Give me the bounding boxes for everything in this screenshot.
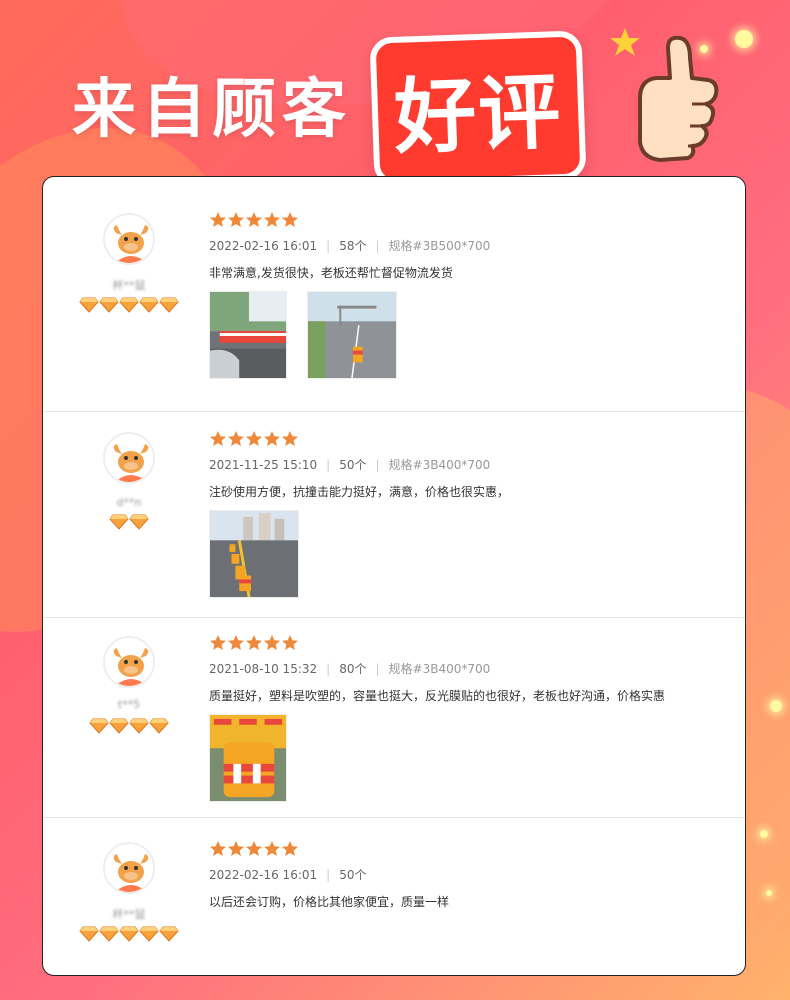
review-spec: 规格#3B500*700: [388, 239, 491, 253]
diamond-icon: [139, 926, 159, 942]
review-date: 2022-02-16 16:01: [209, 239, 318, 253]
star-icon: [210, 212, 226, 227]
review-photos: [209, 510, 729, 598]
review-content: 2021-11-25 15:10 | 50个 | 规格#3B400*700 注砂使用方便…: [209, 430, 729, 598]
review-item: 杯**鼠 2022-02-16 16:01 | 58个 | 规格#3B500*700 非…: [43, 177, 745, 412]
avatar: [103, 213, 155, 265]
thumbs-up-icon: [600, 18, 730, 168]
review-photo[interactable]: [307, 291, 397, 379]
sparkle: [770, 700, 782, 712]
diamond-icon: [99, 297, 119, 313]
review-quantity: 50个: [339, 868, 367, 882]
review-quantity: 80个: [339, 662, 367, 676]
star-icon: [264, 212, 280, 227]
review-date: 2021-08-10 15:32: [209, 662, 318, 676]
diamond-icon: [119, 926, 139, 942]
review-meta: 2021-08-10 15:32 | 80个 | 规格#3B400*700: [209, 662, 491, 676]
review-photo[interactable]: [209, 291, 287, 379]
diamond-icon: [139, 297, 159, 313]
reviews-card: 杯**鼠 2022-02-16 16:01 | 58个 | 规格#3B500*700 非…: [42, 176, 746, 976]
star-rating: [209, 634, 729, 652]
username: 杯**鼠: [112, 279, 146, 292]
diamond-icon: [149, 718, 169, 734]
review-item: t**5 2021-08-10 15:32 | 80个 | 规格#3B400*700 质…: [43, 618, 745, 818]
title-from-customers: 来自顾客: [72, 73, 352, 147]
star-icon: [282, 635, 298, 650]
review-comment: 非常满意,发货很快，老板还帮忙督促物流发货: [209, 266, 453, 280]
member-badges: [79, 926, 179, 944]
member-badges: [81, 718, 177, 736]
diamond-icon: [159, 926, 179, 942]
review-date: 2021-11-25 15:10: [209, 458, 318, 472]
review-photo[interactable]: [209, 714, 287, 802]
star-icon: [264, 431, 280, 446]
diamond-icon: [79, 297, 99, 313]
diamond-icon: [79, 926, 99, 942]
star-icon: [210, 635, 226, 650]
star-icon: [282, 431, 298, 446]
review-date: 2022-02-16 16:01: [209, 868, 318, 882]
review-content: 2022-02-16 16:01 | 50个 以后还会订购，价格比其他家便宜，质量一…: [209, 840, 729, 910]
review-quantity: 50个: [339, 458, 367, 472]
avatar: [103, 636, 155, 688]
review-item: 杯**鼠 2022-02-16 16:01 | 50个 以后还会订购，价格比其他家便…: [43, 818, 745, 975]
star-icon: [282, 841, 298, 856]
title-good-review: 好评: [369, 30, 587, 187]
star-rating: [209, 430, 729, 448]
star-icon: [246, 635, 262, 650]
sparkle: [766, 890, 772, 896]
review-photos: [209, 714, 729, 802]
review-comment: 质量挺好，塑料是吹塑的，容量也挺大，反光膜贴的也很好，老板也好沟通，价格实惠: [209, 689, 666, 703]
diamond-icon: [129, 718, 149, 734]
diamond-icon: [109, 514, 129, 530]
star-icon: [264, 635, 280, 650]
review-meta: 2022-02-16 16:01 | 50个: [209, 868, 367, 882]
member-badges: [79, 297, 179, 315]
member-badges: [81, 514, 177, 532]
review-photo[interactable]: [209, 510, 299, 598]
diamond-icon: [99, 926, 119, 942]
review-photos: [209, 291, 729, 379]
star-icon: [246, 431, 262, 446]
review-spec: 规格#3B400*700: [388, 458, 491, 472]
star-icon: [282, 212, 298, 227]
avatar: [103, 432, 155, 484]
star-icon: [246, 212, 262, 227]
review-comment: 以后还会订购，价格比其他家便宜，质量一样: [209, 895, 450, 909]
star-icon: [210, 431, 226, 446]
diamond-icon: [159, 297, 179, 313]
star-icon: [228, 212, 244, 227]
username: 杯**鼠: [112, 908, 146, 921]
star-icon: [210, 841, 226, 856]
username: d**n: [116, 496, 142, 509]
review-meta: 2022-02-16 16:01 | 58个 | 规格#3B500*700: [209, 239, 491, 253]
star-icon: [228, 431, 244, 446]
review-quantity: 58个: [339, 239, 367, 253]
star-rating: [209, 840, 729, 858]
star-icon: [246, 841, 262, 856]
avatar: [103, 842, 155, 894]
star-icon: [228, 841, 244, 856]
review-spec: 规格#3B400*700: [388, 662, 491, 676]
star-rating: [209, 211, 729, 229]
review-meta: 2021-11-25 15:10 | 50个 | 规格#3B400*700: [209, 458, 491, 472]
header-banner: 来自顾客 好评: [0, 0, 790, 187]
review-content: 2022-02-16 16:01 | 58个 | 规格#3B500*700 非常满意,发…: [209, 211, 729, 379]
review-content: 2021-08-10 15:32 | 80个 | 规格#3B400*700 质量挺好，塑…: [209, 634, 729, 802]
username: t**5: [117, 698, 141, 711]
star-icon: [228, 635, 244, 650]
diamond-icon: [119, 297, 139, 313]
review-comment: 注砂使用方便，抗撞击能力挺好，满意，价格也很实惠，: [209, 485, 510, 499]
diamond-icon: [129, 514, 149, 530]
diamond-icon: [109, 718, 129, 734]
diamond-icon: [89, 718, 109, 734]
sparkle: [760, 830, 768, 838]
review-item: d**n 2021-11-25 15:10 | 50个 | 规格#3B400*700 注…: [43, 412, 745, 618]
star-icon: [264, 841, 280, 856]
